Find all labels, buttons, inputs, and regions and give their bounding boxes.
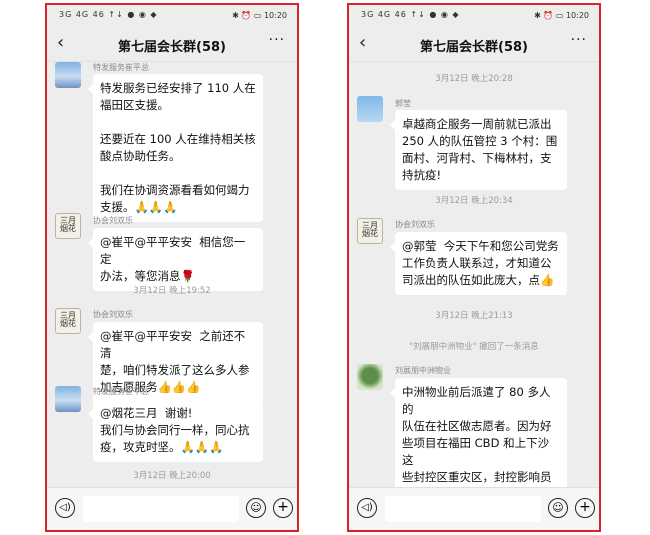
status-bar: 3G 4G 46 ↑↓ ● ◉ ◆ ✱ ⏰ ▭ 10:20 [349, 5, 599, 27]
timestamp: 3月12日 晚上20:34 [435, 196, 513, 206]
chat-title: 第七届会长群(58) [420, 40, 528, 55]
more-icon[interactable]: ··· [571, 32, 587, 48]
status-right: ✱ ⏰ ▭ 10:20 [232, 11, 287, 20]
message-bubble[interactable]: @郭莹 今天下午和您公司党务 工作负责人联系过，才知道公 司派出的队伍如此庞大，… [390, 232, 567, 295]
chat-area: 3月12日 晚上20:28 郭莹 卓越商企服务一周前就已派出 250 人的队伍管… [349, 62, 599, 488]
sender-name: 协会刘双乐 [93, 310, 133, 319]
message-bubble[interactable]: @崔平@平平安安 相信您一定 办法，等您消息🌹 [88, 228, 263, 291]
sender-name: 刘展朋中洲物业 [395, 366, 451, 375]
message-input[interactable] [385, 496, 541, 522]
sender-name: 郭莹 [395, 99, 411, 108]
avatar[interactable]: 三月 烟花 [357, 218, 383, 244]
status-left: 3G 4G 46 ↑↓ ● ◉ ◆ [59, 10, 158, 19]
avatar[interactable] [357, 364, 383, 390]
timestamp: 3月12日 晚上19:52 [133, 286, 211, 296]
plus-icon[interactable]: + [273, 498, 293, 518]
message-bubble[interactable]: 特发服务已经安排了 110 人在 福田区支援。 还要近在 100 人在维持相关核… [88, 74, 263, 222]
sender-name: 协会刘双乐 [93, 216, 133, 225]
status-bar: 3G 4G 46 ↑↓ ● ◉ ◆ ✱ ⏰ ▭ 10:20 [47, 5, 297, 27]
more-icon[interactable]: ··· [269, 32, 285, 48]
status-left: 3G 4G 46 ↑↓ ● ◉ ◆ [361, 10, 460, 19]
emoji-icon[interactable]: ☺ [548, 498, 568, 518]
emoji-icon[interactable]: ☺ [246, 498, 266, 518]
sender-name: 协会刘双乐 [395, 220, 435, 229]
sender-name: 特发服务崔平总 [93, 387, 149, 396]
sender-name: 特发服务崔平总 [93, 63, 149, 72]
message-bubble[interactable]: 中洲物业前后派遣了 80 多人的 队伍在社区做志愿者。因为好 些项目在福田 CB… [390, 378, 567, 488]
voice-icon[interactable]: ◁) [357, 498, 377, 518]
input-bar: ◁) ☺ + [349, 487, 599, 530]
timestamp: 3月12日 晚上20:00 [133, 471, 211, 481]
recall-notice: "刘展朋中洲物业" 撤回了一条消息 [409, 342, 539, 352]
message-bubble[interactable]: @烟花三月 谢谢! 我们与协会同行一样，同心抗 疫，攻克时坚。🙏🙏🙏 [88, 399, 263, 462]
phone-screenshot-right: 3G 4G 46 ↑↓ ● ◉ ◆ ✱ ⏰ ▭ 10:20 ‹ 第七届会长群(5… [347, 3, 601, 532]
avatar[interactable] [55, 386, 81, 412]
avatar[interactable] [357, 96, 383, 122]
chat-title: 第七届会长群(58) [118, 40, 226, 55]
avatar[interactable] [55, 62, 81, 88]
message-input[interactable] [83, 496, 239, 522]
input-bar: ◁) ☺ + [47, 487, 297, 530]
chat-area: 特发服务崔平总 特发服务已经安排了 110 人在 福田区支援。 还要近在 100… [47, 62, 297, 488]
phone-screenshot-left: 3G 4G 46 ↑↓ ● ◉ ◆ ✱ ⏰ ▭ 10:20 ‹ 第七届会长群(5… [45, 3, 299, 532]
title-bar: ‹ 第七届会长群(58) ··· [349, 27, 599, 62]
message-bubble[interactable]: 卓越商企服务一周前就已派出 250 人的队伍管控 3 个村：围 面村、河背村、下… [390, 110, 567, 190]
avatar[interactable]: 三月 烟花 [55, 308, 81, 334]
timestamp: 3月12日 晚上21:13 [435, 311, 513, 321]
status-right: ✱ ⏰ ▭ 10:20 [534, 11, 589, 20]
avatar[interactable]: 三月 烟花 [55, 213, 81, 239]
voice-icon[interactable]: ◁) [55, 498, 75, 518]
timestamp: 3月12日 晚上20:28 [435, 74, 513, 84]
title-bar: ‹ 第七届会长群(58) ··· [47, 27, 297, 62]
plus-icon[interactable]: + [575, 498, 595, 518]
